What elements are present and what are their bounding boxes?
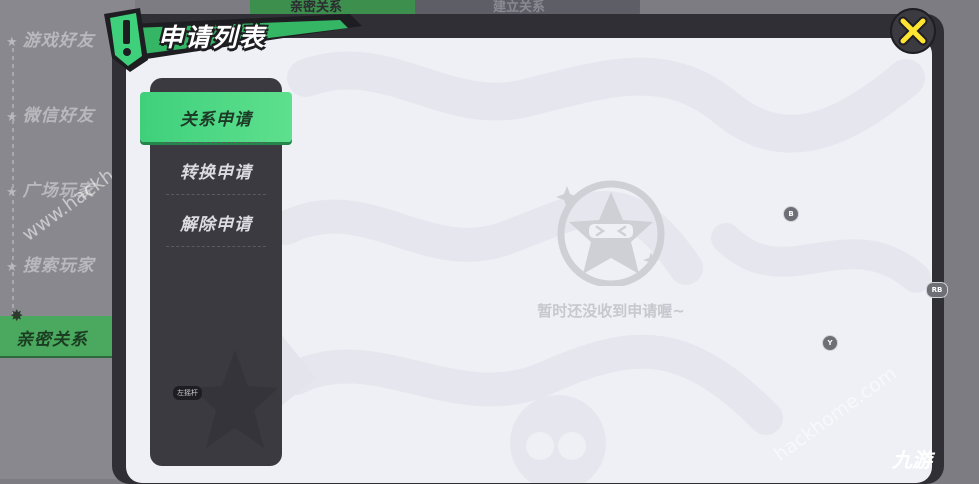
dialog-title: 申请列表 (158, 23, 267, 52)
site-logo: 九游 (892, 444, 932, 473)
menu-divider (166, 194, 266, 195)
sparkle-icon: ✸ (10, 306, 25, 325)
ninja-star-icon (556, 180, 665, 286)
controller-b-badge: B (783, 206, 799, 222)
star-icon: ★ (6, 185, 19, 200)
empty-state-text: 暂时还没收到申请喔~ (537, 302, 685, 320)
tab-convert-request[interactable]: 转换申请 (150, 148, 282, 192)
tab-relation-request[interactable]: 关系申请 (140, 92, 292, 142)
menu-divider (166, 246, 266, 247)
menu-divider (166, 142, 266, 143)
request-type-menu: 关系申请 转换申请 解除申请 (140, 78, 292, 466)
close-button[interactable] (890, 8, 936, 54)
star-icon: ★ (6, 260, 19, 275)
x-icon (898, 16, 928, 46)
bg-nav-item-intimate: ✸ 亲密关系 (0, 306, 124, 356)
star-decoration-icon (192, 350, 278, 448)
bg-nav-item-search-players: ★ 搜索玩家 (6, 256, 95, 276)
logo-text: 九游 (892, 448, 932, 472)
star-icon: ★ (6, 35, 19, 50)
left-stick-hint: 左摇杆 (173, 386, 202, 400)
tab-dissolve-request[interactable]: 解除申请 (150, 200, 282, 244)
star-icon: ★ (6, 110, 19, 125)
bg-nav-item-game-friends: ★ 游戏好友 (6, 31, 95, 51)
controller-y-badge: Y (822, 335, 838, 351)
controller-rb-badge: RB (926, 282, 948, 298)
bg-nav-item-wechat-friends: ★ 微信好友 (6, 106, 95, 126)
